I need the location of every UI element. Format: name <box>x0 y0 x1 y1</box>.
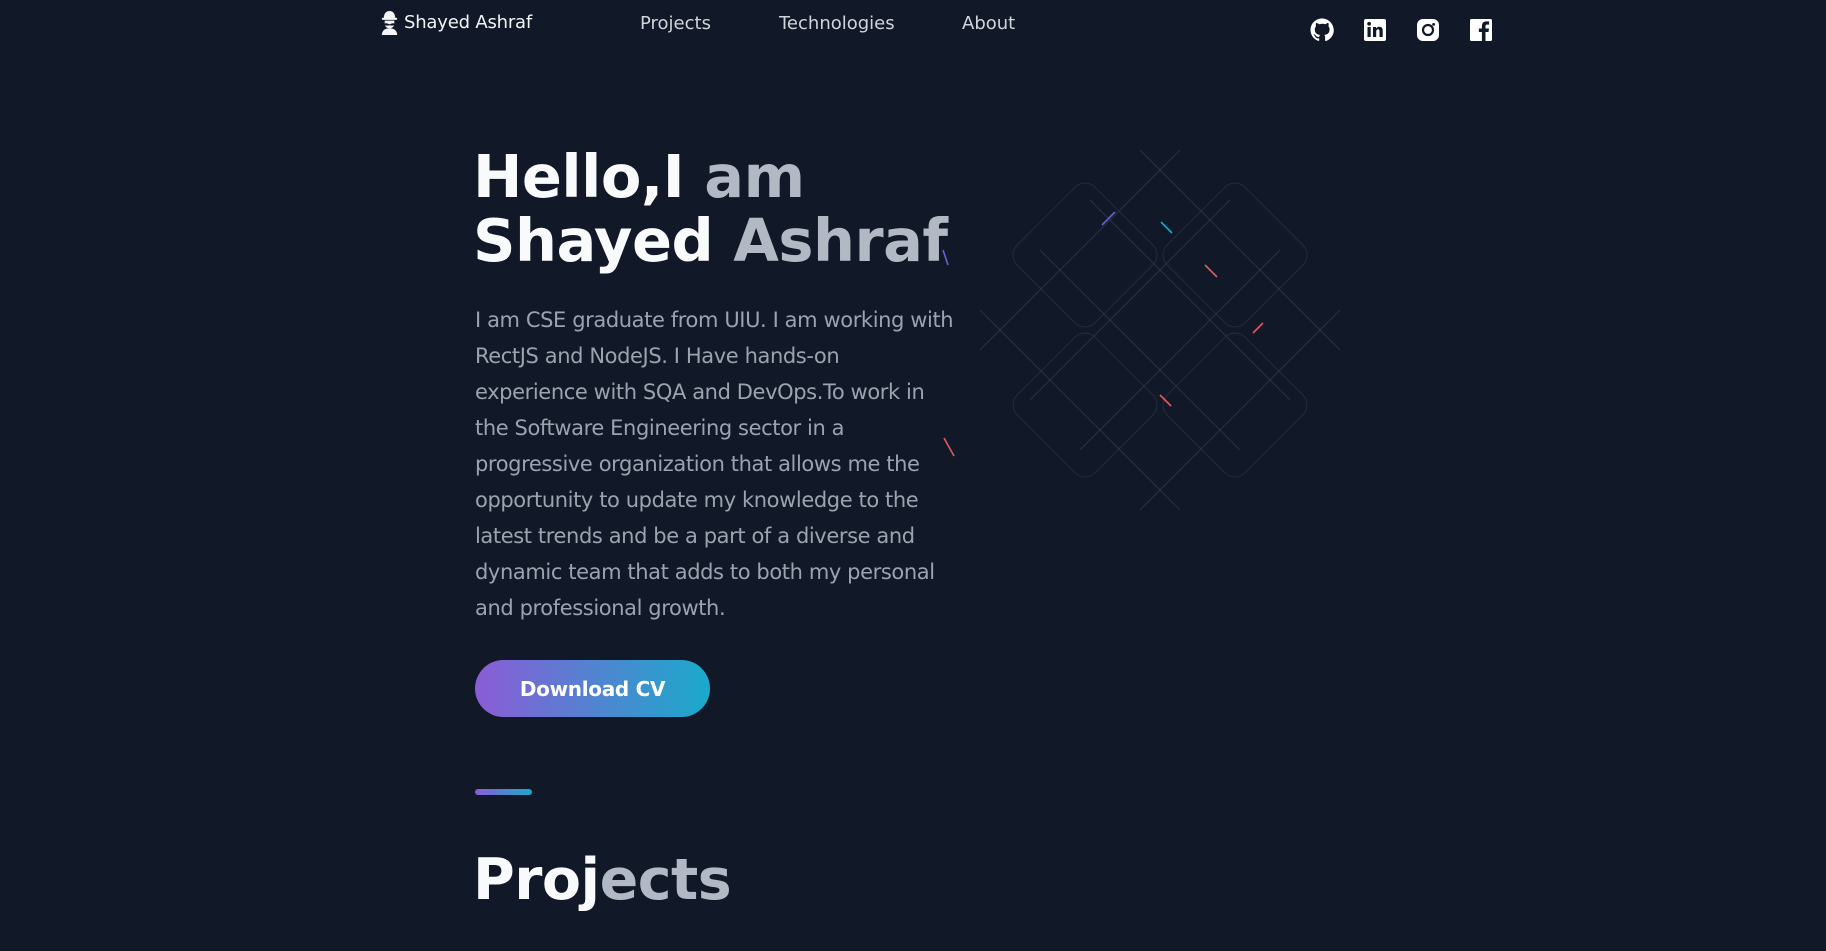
decorative-grid-art <box>942 149 1341 511</box>
hero-title: Hello,I am Shayed Ashraf <box>473 145 948 273</box>
github-icon[interactable] <box>1310 18 1334 42</box>
facebook-icon[interactable] <box>1469 18 1493 42</box>
hero-description: I am CSE graduate from UIU. I am working… <box>475 308 954 620</box>
projects-title-part2: ects <box>599 847 732 913</box>
hero-title-last-name: Ashraf <box>713 206 948 275</box>
hero-title-first-name: Shayed <box>473 206 714 275</box>
projects-section-title: Projects <box>473 845 732 915</box>
main-nav: Projects Technologies About <box>0 13 1826 37</box>
hero-title-am: am <box>684 142 805 211</box>
linkedin-icon[interactable] <box>1363 18 1387 42</box>
page: Shayed Ashraf Projects Technologies Abou… <box>0 0 1826 951</box>
instagram-icon[interactable] <box>1416 18 1440 42</box>
nav-link-about[interactable]: About <box>962 13 1015 34</box>
projects-title-part1: Proj <box>473 847 600 913</box>
social-links <box>1310 18 1493 42</box>
nav-link-technologies[interactable]: Technologies <box>779 13 895 34</box>
section-divider <box>475 789 532 795</box>
hero-title-hello: Hello,I <box>473 142 685 211</box>
nav-link-projects[interactable]: Projects <box>640 13 711 34</box>
download-cv-button[interactable]: Download CV <box>475 660 710 717</box>
